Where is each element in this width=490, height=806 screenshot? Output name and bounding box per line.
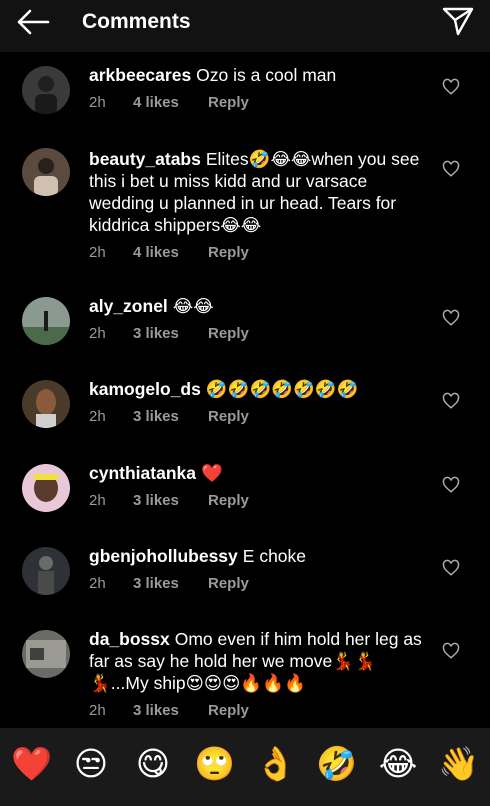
comment-time: 2h	[89, 702, 106, 719]
comment-text: kamogelo_ds 🤣🤣🤣🤣🤣🤣🤣	[89, 378, 434, 400]
comment-username[interactable]: kamogelo_ds	[89, 379, 201, 399]
heart-icon[interactable]	[442, 160, 460, 178]
comment-text: cynthiatanka ❤️	[89, 462, 434, 484]
comment-time: 2h	[89, 575, 106, 592]
emoji-joy-button[interactable]: 😂	[378, 744, 418, 784]
reply-button[interactable]: Reply	[208, 94, 249, 111]
reply-button[interactable]: Reply	[208, 244, 249, 261]
arrow-left-icon	[17, 9, 50, 35]
avatar[interactable]	[22, 297, 70, 345]
comment-text: da_bossx Omo even if him hold her leg as …	[89, 628, 434, 694]
avatar[interactable]	[22, 148, 70, 196]
heart-icon[interactable]	[442, 476, 460, 494]
heart-icon[interactable]	[442, 559, 460, 577]
comment-time: 2h	[89, 94, 106, 111]
reply-button[interactable]: Reply	[208, 408, 249, 425]
emoji-rofl-button[interactable]: 🤣	[316, 744, 357, 784]
comment-text: arkbeecares Ozo is a cool man	[89, 64, 434, 86]
comment-list[interactable]: arkbeecares Ozo is a cool man 2h 4 likes Re…	[0, 52, 490, 728]
comment-likes[interactable]: 3 likes	[133, 408, 208, 425]
reply-button[interactable]: Reply	[208, 702, 249, 719]
heart-icon[interactable]	[442, 309, 460, 327]
comment-text: aly_zonel 😂😂	[89, 295, 434, 317]
comment-body: ❤️	[200, 463, 223, 483]
avatar[interactable]	[22, 630, 70, 678]
top-bar: Comments	[0, 0, 490, 52]
comment-username[interactable]: arkbeecares	[89, 65, 191, 85]
comment-text: beauty_atabs Elites🤣😂😂when you see this i…	[89, 148, 434, 236]
comment-body: 😂😂	[172, 296, 214, 316]
heart-icon[interactable]	[442, 392, 460, 410]
comment-likes[interactable]: 4 likes	[133, 244, 208, 261]
avatar[interactable]	[22, 464, 70, 512]
reply-button[interactable]: Reply	[208, 492, 249, 509]
avatar[interactable]	[22, 547, 70, 595]
emoji-quick-bar: ❤️ 😒 😋 🙄 👌 🤣 😂 👋	[0, 728, 490, 806]
comment-username[interactable]: cynthiatanka	[89, 463, 196, 483]
comment-time: 2h	[89, 408, 106, 425]
emoji-ok-hand-button[interactable]: 👌	[255, 744, 296, 784]
avatar[interactable]	[22, 380, 70, 428]
avatar[interactable]	[22, 66, 70, 114]
comment-likes[interactable]: 3 likes	[133, 492, 208, 509]
emoji-eye-roll-button[interactable]: 🙄	[194, 744, 235, 784]
paper-plane-icon	[442, 7, 474, 36]
comment-body: 🤣🤣🤣🤣🤣🤣🤣	[205, 379, 359, 399]
comment-likes[interactable]: 3 likes	[133, 325, 208, 342]
emoji-red-heart-button[interactable]: ❤️	[11, 744, 52, 784]
emoji-unamused-button[interactable]: 😒	[71, 744, 111, 784]
reply-button[interactable]: Reply	[208, 325, 249, 342]
back-button[interactable]	[14, 6, 54, 38]
comment-likes[interactable]: 3 likes	[133, 575, 208, 592]
heart-icon[interactable]	[442, 78, 460, 96]
comment-likes[interactable]: 3 likes	[133, 702, 208, 719]
comment-time: 2h	[89, 244, 106, 261]
comment-username[interactable]: gbenjohollubessy	[89, 546, 238, 566]
comment-body: E choke	[242, 546, 307, 566]
comment-time: 2h	[89, 492, 106, 509]
comment-username[interactable]: beauty_atabs	[89, 149, 201, 169]
comment-username[interactable]: da_bossx	[89, 629, 170, 649]
emoji-yum-button[interactable]: 😋	[133, 744, 173, 784]
comment-likes[interactable]: 4 likes	[133, 94, 208, 111]
comment-username[interactable]: aly_zonel	[89, 296, 168, 316]
emoji-wave-button[interactable]: 👋	[438, 744, 479, 784]
comment-body: Ozo is a cool man	[196, 65, 337, 85]
heart-icon[interactable]	[442, 642, 460, 660]
comment-text: gbenjohollubessy E choke	[89, 545, 434, 567]
page-title: Comments	[82, 10, 191, 33]
share-button[interactable]	[440, 4, 476, 38]
comment-time: 2h	[89, 325, 106, 342]
reply-button[interactable]: Reply	[208, 575, 249, 592]
